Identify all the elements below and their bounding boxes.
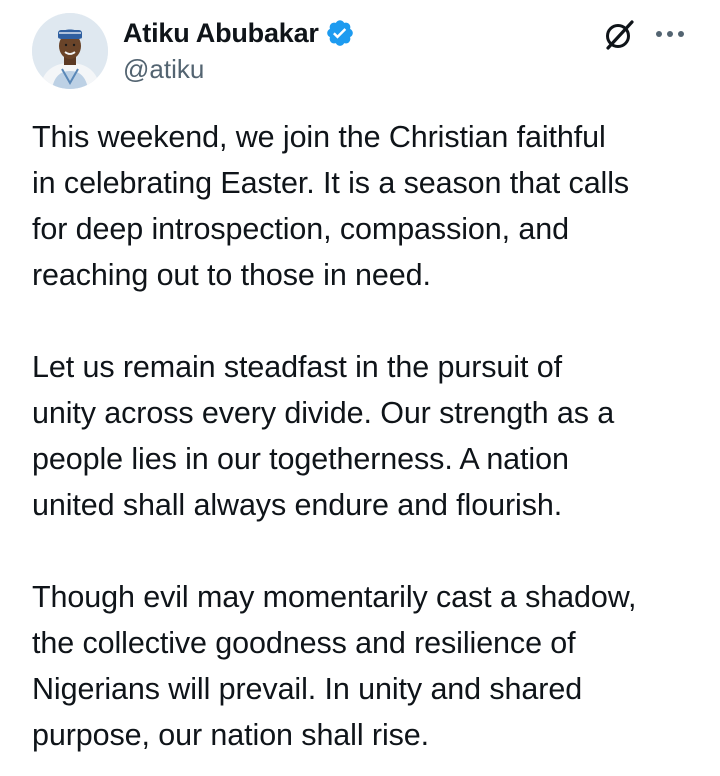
- tweet-paragraph: Let us remain steadfast in the pursuit o…: [32, 350, 615, 522]
- verified-badge-icon[interactable]: [325, 18, 355, 48]
- tweet: Atiku Abubakar @atiku This weekend, we j…: [0, 0, 720, 776]
- grok-icon[interactable]: [600, 16, 638, 54]
- tweet-text: This weekend, we join the Christian fait…: [32, 114, 702, 758]
- more-options-icon[interactable]: [652, 16, 688, 52]
- author-display-name[interactable]: Atiku Abubakar: [123, 18, 319, 49]
- avatar-image: [32, 13, 108, 89]
- author-handle[interactable]: @atiku: [123, 54, 355, 85]
- author-info: Atiku Abubakar @atiku: [123, 14, 355, 85]
- author-avatar[interactable]: [32, 13, 108, 89]
- tweet-paragraph: This weekend, we join the Christian fait…: [32, 120, 630, 292]
- tweet-paragraph: Though evil may momentarily cast a shado…: [32, 580, 637, 752]
- name-row: Atiku Abubakar: [123, 14, 355, 52]
